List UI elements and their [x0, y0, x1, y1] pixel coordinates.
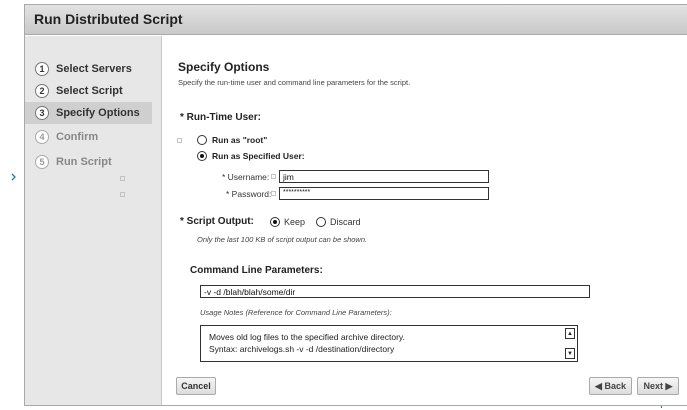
usage-line-2: Syntax: archivelogs.sh -v -d /destinatio… — [209, 344, 395, 354]
step-number: 1 — [35, 62, 49, 76]
main-content: Specify Options Specify the run-time use… — [163, 36, 687, 405]
script-output-label: * Script Output: — [180, 216, 254, 227]
window-title: Run Distributed Script — [34, 11, 183, 27]
title-bar: Run Distributed Script — [25, 5, 687, 35]
password-input[interactable]: ********** — [279, 187, 489, 200]
placeholder-square — [120, 176, 125, 181]
output-discard-radio[interactable] — [316, 217, 326, 227]
run-as-specified-radio[interactable] — [197, 151, 207, 161]
usage-notes-label: Usage Notes (Reference for Command Line … — [200, 308, 392, 317]
dialog-window: Run Distributed Script 1 Select Servers … — [24, 4, 687, 406]
placeholder-square — [120, 192, 125, 197]
step-number: 4 — [35, 130, 49, 144]
run-as-specified-label: Run as Specified User: — [212, 151, 305, 161]
page-subtitle: Specify the run-time user and command li… — [178, 78, 411, 87]
runtime-user-label: * Run-Time User: — [180, 112, 261, 123]
placeholder-square — [177, 138, 182, 143]
step-number: 5 — [35, 155, 49, 169]
username-label: * Username: — [222, 172, 270, 182]
back-button[interactable]: ◀ Back — [589, 377, 632, 395]
step-run-script: 5 Run Script — [35, 151, 162, 173]
next-button[interactable]: Next ▶ — [637, 377, 679, 395]
step-number: 3 — [35, 106, 49, 120]
usage-notes-box: Moves old log files to the specified arc… — [200, 325, 578, 362]
usage-line-1: Moves old log files to the specified arc… — [209, 332, 405, 342]
scroll-down-icon[interactable]: ▼ — [565, 348, 575, 359]
command-line-label: Command Line Parameters: — [190, 265, 323, 276]
output-note: Only the last 100 KB of script output ca… — [197, 235, 368, 244]
output-keep-radio[interactable] — [270, 217, 280, 227]
placeholder-square — [271, 174, 276, 179]
command-line-input[interactable]: -v -d /blah/blah/some/dir — [200, 285, 590, 298]
username-input[interactable]: jim — [279, 170, 489, 183]
step-label: Run Script — [56, 156, 112, 168]
output-discard-label: Discard — [330, 217, 361, 227]
run-as-root-label: Run as "root" — [212, 135, 268, 145]
step-label: Select Script — [56, 85, 123, 97]
step-number: 2 — [35, 84, 49, 98]
left-callout-marker — [11, 173, 16, 181]
step-label: Confirm — [56, 131, 99, 143]
step-select-servers[interactable]: 1 Select Servers — [35, 58, 162, 80]
output-keep-label: Keep — [284, 217, 306, 227]
cancel-button[interactable]: Cancel — [176, 377, 216, 395]
wizard-steps-sidebar: 1 Select Servers 2 Select Script 3 Speci… — [25, 36, 162, 405]
step-select-script[interactable]: 2 Select Script — [35, 80, 162, 102]
step-specify-options[interactable]: 3 Specify Options — [25, 102, 152, 124]
step-label: Select Servers — [56, 63, 132, 75]
run-as-root-radio[interactable] — [197, 135, 207, 145]
password-label: * Password: — [226, 189, 272, 199]
step-confirm: 4 Confirm — [35, 126, 162, 148]
page-title: Specify Options — [178, 60, 270, 74]
step-label: Specify Options — [56, 107, 140, 119]
scroll-up-icon[interactable]: ▲ — [565, 328, 575, 339]
placeholder-square — [271, 191, 276, 196]
